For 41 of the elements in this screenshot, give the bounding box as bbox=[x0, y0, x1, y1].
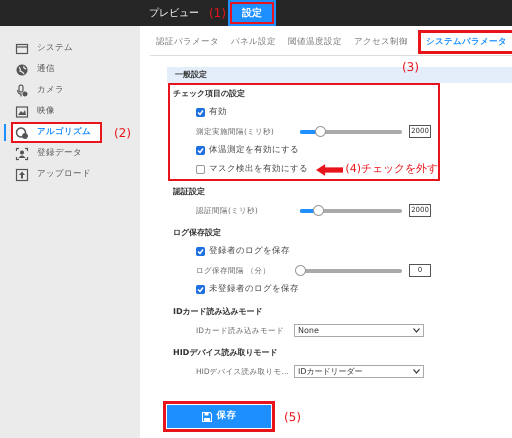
annotation-label: (2) bbox=[114, 124, 131, 142]
nav-tab[interactable]: プレビュー bbox=[143, 0, 205, 26]
active-indicator bbox=[4, 124, 6, 141]
person-frame-icon bbox=[15, 146, 29, 160]
check-icon bbox=[197, 286, 204, 293]
section-title: ログ保存設定 bbox=[172, 227, 222, 239]
sidebar-item[interactable]: 登録データ bbox=[37, 147, 82, 160]
sidebar-item[interactable]: 映像 bbox=[37, 105, 55, 118]
tab[interactable]: アクセス制御 bbox=[348, 30, 414, 54]
window-icon bbox=[15, 42, 29, 56]
check-icon bbox=[197, 147, 204, 154]
microphone-icon bbox=[15, 84, 29, 98]
chevron-down-icon bbox=[413, 369, 420, 374]
checkbox[interactable]: 体温測定を有効にする bbox=[196, 144, 299, 157]
check-icon bbox=[197, 109, 204, 116]
sidebar-item[interactable]: カメラ bbox=[37, 84, 64, 97]
sidebar-item[interactable]: システム bbox=[37, 42, 73, 55]
checkbox[interactable]: 有効 bbox=[196, 106, 227, 119]
annotation-label: (5) bbox=[284, 408, 301, 426]
checkbox[interactable]: 登録者のログを保存 bbox=[196, 245, 290, 258]
annotation-label: (1) bbox=[209, 5, 226, 22]
section-title: IDカード読み込みモード bbox=[172, 306, 264, 318]
dropdown[interactable]: None bbox=[294, 324, 424, 337]
upload-icon bbox=[15, 168, 29, 182]
section-title: チェック項目の設定 bbox=[172, 88, 246, 100]
chevron-down-icon bbox=[413, 328, 420, 333]
tab[interactable]: 認証パラメータ bbox=[150, 30, 225, 54]
checkbox[interactable]: 未登録者のログを保存 bbox=[196, 283, 299, 296]
annotation-label: (3) bbox=[402, 59, 419, 76]
save-icon bbox=[202, 412, 212, 422]
check-icon bbox=[197, 248, 204, 255]
section-title: HIDデバイス読み取りモード bbox=[172, 347, 278, 359]
checkbox[interactable]: マスク検出を有効にする bbox=[196, 163, 308, 176]
section-title: 認証設定 bbox=[172, 186, 206, 198]
sidebar-item[interactable]: アップロード bbox=[37, 168, 91, 181]
tab[interactable]: 閾値温度設定 bbox=[282, 30, 348, 54]
tab[interactable]: パネル設定 bbox=[225, 30, 282, 54]
dropdown[interactable]: IDカードリーダー bbox=[294, 365, 424, 378]
image-icon bbox=[15, 104, 29, 118]
sidebar-item[interactable]: 通信 bbox=[37, 63, 55, 76]
annotation-label: (4)チェックを外す bbox=[345, 161, 438, 178]
